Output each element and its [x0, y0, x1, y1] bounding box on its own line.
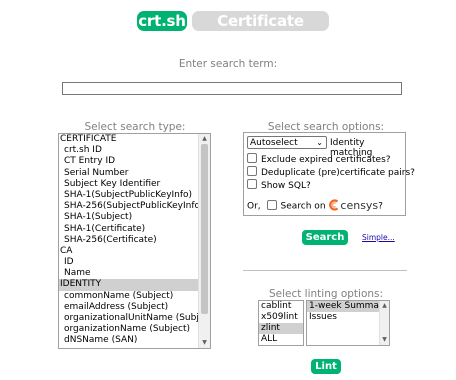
exclude-expired-label: Exclude expired certificates? [261, 155, 391, 165]
censys-suffix: ? [378, 201, 383, 212]
scroll-down-icon[interactable]: ▼ [380, 336, 389, 344]
exclude-expired-checkbox[interactable] [247, 153, 257, 163]
divider [243, 270, 407, 271]
linter-option[interactable]: zlint [259, 323, 303, 334]
show-sql-label: Show SQL? [261, 181, 311, 191]
simple-link[interactable]: Simple... [362, 233, 395, 242]
search-type-group[interactable]: CA [59, 246, 199, 257]
search-type-option[interactable]: commonName (Subject) [59, 291, 199, 302]
lint-mode-option[interactable]: 1-week Summary [307, 301, 389, 312]
search-type-option[interactable]: organizationName (Subject) [59, 324, 199, 335]
search-input[interactable] [62, 82, 402, 95]
search-type-options: CERTIFICATE crt.sh ID CT Entry ID Serial Nu… [59, 134, 210, 347]
search-type-option[interactable]: Name [59, 268, 199, 279]
or-text: Or, [247, 201, 261, 212]
scroll-thumb[interactable] [201, 144, 208, 314]
crt-sh-logo[interactable]: crt.sh [137, 11, 187, 31]
search-type-option[interactable]: crt.sh ID [59, 145, 199, 156]
search-options-box: Autoselect ⌄ Identity matching Exclude e… [243, 132, 415, 216]
linting-options-heading: Select linting options: [268, 288, 384, 300]
search-type-option[interactable]: SHA-1(SubjectPublicKeyInfo) [59, 190, 199, 201]
search-type-option[interactable]: SHA-256(SubjectPublicKeyInfo) [59, 201, 204, 212]
search-type-option[interactable]: CT Entry ID [59, 156, 199, 167]
lint-mode-list[interactable]: 1-week Summary Issues ▲ ▼ [306, 300, 390, 346]
search-type-group[interactable]: CERTIFICATE [59, 134, 199, 145]
censys-icon [329, 199, 339, 211]
censys-option[interactable]: Or, Search on censys? [247, 199, 383, 213]
search-type-heading: Select search type: [84, 121, 186, 133]
identity-matching-value: Autoselect [250, 138, 298, 148]
search-type-option[interactable]: emailAddress (Subject) [59, 302, 199, 313]
deduplicate-label: Deduplicate (pre)certificate pairs? [261, 168, 415, 178]
censys-prefix: Search on [280, 201, 326, 212]
lint-mode-option[interactable]: Issues [307, 312, 389, 323]
search-type-option[interactable]: Serial Number [59, 168, 199, 179]
search-term-label: Enter search term: [178, 58, 278, 70]
search-type-option[interactable]: SHA-256(Certificate) [59, 235, 199, 246]
search-type-scrollbar[interactable]: ▲ ▼ [198, 134, 210, 348]
scroll-up-icon[interactable]: ▲ [380, 302, 389, 310]
search-type-option[interactable]: SHA-1(Certificate) [59, 224, 199, 235]
scroll-up-icon[interactable]: ▲ [199, 135, 210, 143]
lint-button[interactable]: Lint [311, 359, 341, 374]
chevron-down-icon: ⌄ [316, 138, 323, 147]
deduplicate-checkbox[interactable] [247, 166, 257, 176]
identity-matching-select[interactable]: Autoselect ⌄ [247, 136, 327, 149]
show-sql-option[interactable]: Show SQL? [247, 179, 311, 191]
search-type-list[interactable]: CERTIFICATE crt.sh ID CT Entry ID Serial Nu… [58, 133, 211, 349]
search-type-option[interactable]: ID [59, 257, 199, 268]
censys-logo: censys [328, 199, 378, 213]
linter-option[interactable]: ALL [259, 334, 303, 345]
show-sql-checkbox[interactable] [247, 179, 257, 189]
certificate-search-title: Certificate Search [192, 11, 329, 50]
scroll-down-icon[interactable]: ▼ [199, 339, 210, 347]
linter-option[interactable]: x509lint [259, 312, 303, 323]
search-type-option[interactable]: dNSName (SAN) [59, 335, 199, 346]
linter-option[interactable]: cablint [259, 301, 303, 312]
search-type-group[interactable]: IDENTITY [59, 279, 199, 291]
censys-brand: censys [340, 199, 379, 212]
search-button[interactable]: Search [302, 230, 348, 245]
search-type-option[interactable]: Subject Key Identifier [59, 179, 199, 190]
exclude-expired-option[interactable]: Exclude expired certificates? [247, 153, 391, 165]
linter-list[interactable]: cablint x509lint zlint ALL [258, 300, 304, 346]
search-type-option[interactable]: SHA-1(Subject) [59, 212, 199, 223]
lint-mode-scrollbar[interactable]: ▲ ▼ [379, 301, 389, 345]
search-type-option[interactable]: organizationalUnitName (Subject) [59, 313, 210, 324]
deduplicate-option[interactable]: Deduplicate (pre)certificate pairs? [247, 166, 415, 178]
censys-checkbox[interactable] [266, 199, 277, 210]
